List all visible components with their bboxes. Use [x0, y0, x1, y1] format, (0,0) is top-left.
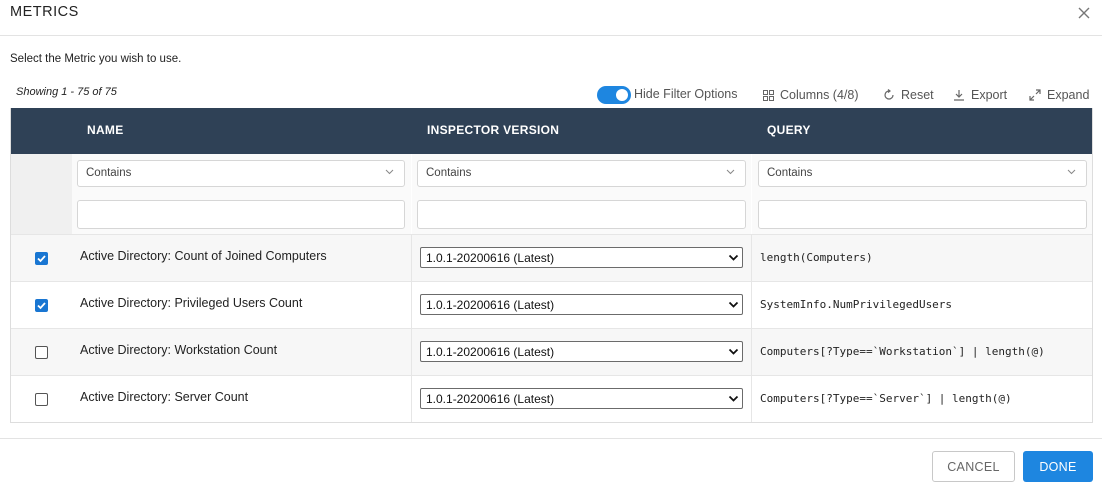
column-header-inspector-version[interactable]: INSPECTOR VERSION	[427, 123, 559, 137]
checkmark-icon	[37, 302, 46, 310]
filter-gutter	[11, 154, 72, 234]
checkmark-icon	[37, 255, 46, 263]
query-filter-mode[interactable]: Contains	[758, 160, 1087, 187]
version-filter-input[interactable]	[417, 200, 746, 229]
reset-label: Reset	[901, 88, 934, 102]
inspector-version-select[interactable]: 1.0.1-20200616 (Latest)	[420, 388, 743, 409]
columns-label: Columns (4/8)	[780, 88, 859, 102]
inspector-version-select[interactable]: 1.0.1-20200616 (Latest)	[420, 341, 743, 362]
metric-query: Computers[?Type==`Workstation`] | length…	[760, 345, 1045, 358]
inspector-version-value: 1.0.1-20200616 (Latest)	[426, 251, 555, 265]
hide-filter-toggle[interactable]	[597, 86, 631, 104]
grid-icon	[763, 89, 774, 101]
metric-name: Active Directory: Workstation Count	[80, 343, 278, 357]
cell-divider	[411, 329, 412, 376]
metric-query: length(Computers)	[760, 251, 873, 264]
chevron-down-icon	[728, 254, 739, 261]
showing-count: Showing 1 - 75 of 75	[16, 86, 117, 98]
metric-query: Computers[?Type==`Server`] | length(@)	[760, 392, 1012, 405]
column-header-name[interactable]: NAME	[87, 123, 124, 137]
metric-name: Active Directory: Server Count	[80, 390, 249, 404]
version-filter-mode[interactable]: Contains	[417, 160, 746, 187]
name-filter-input[interactable]	[77, 200, 405, 229]
cancel-button[interactable]: CANCEL	[932, 451, 1015, 482]
done-button[interactable]: DONE	[1023, 451, 1093, 482]
metric-name: Active Directory: Count of Joined Comput…	[80, 249, 327, 263]
expand-label: Expand	[1047, 88, 1090, 102]
name-filter-mode[interactable]: Contains	[77, 160, 405, 187]
row-checkbox[interactable]	[35, 346, 48, 359]
table-row[interactable]: Active Directory: Privileged Users Count…	[11, 281, 1092, 329]
metrics-table: NAME INSPECTOR VERSION QUERY Contains Co…	[10, 108, 1093, 423]
cell-divider	[751, 329, 752, 376]
cell-divider	[411, 235, 412, 282]
cell-divider	[751, 282, 752, 329]
download-icon	[954, 90, 964, 101]
inspector-version-value: 1.0.1-20200616 (Latest)	[426, 298, 555, 312]
cell-divider	[411, 376, 412, 422]
hide-filter-label[interactable]: Hide Filter Options	[634, 85, 738, 103]
chevron-down-icon	[385, 169, 394, 175]
version-filter-mode-label: Contains	[426, 167, 472, 179]
inspector-version-select[interactable]: 1.0.1-20200616 (Latest)	[420, 294, 743, 315]
row-checkbox[interactable]	[35, 393, 48, 406]
chevron-down-icon	[728, 395, 739, 402]
chevron-down-icon	[728, 348, 739, 355]
metric-name: Active Directory: Privileged Users Count	[80, 296, 303, 310]
query-filter-input[interactable]	[758, 200, 1087, 229]
inspector-version-value: 1.0.1-20200616 (Latest)	[426, 392, 555, 406]
table-row[interactable]: Active Directory: Workstation Count 1.0.…	[11, 328, 1092, 376]
chevron-down-icon	[1067, 169, 1076, 175]
column-header-query[interactable]: QUERY	[767, 123, 811, 137]
table-row[interactable]: Active Directory: Server Count 1.0.1-202…	[11, 375, 1092, 422]
hide-filter-text: Hide Filter Options	[634, 87, 738, 101]
expand-icon	[1029, 89, 1041, 101]
row-checkbox[interactable]	[35, 252, 48, 265]
columns-button[interactable]: Columns (4/8)	[763, 86, 859, 104]
cell-divider	[751, 376, 752, 422]
expand-button[interactable]: Expand	[1029, 86, 1089, 104]
cell-divider	[751, 235, 752, 282]
instructions-text: Select the Metric you wish to use.	[10, 53, 182, 65]
export-button[interactable]: Export	[953, 86, 1007, 104]
row-checkbox[interactable]	[35, 299, 48, 312]
export-label: Export	[971, 88, 1008, 102]
dialog-title: METRICS	[10, 4, 79, 20]
close-icon[interactable]	[1076, 5, 1092, 21]
inspector-version-select[interactable]: 1.0.1-20200616 (Latest)	[420, 247, 743, 268]
metric-query: SystemInfo.NumPrivilegedUsers	[760, 298, 953, 311]
dialog-header: METRICS	[0, 0, 1102, 36]
name-filter-mode-label: Contains	[86, 167, 132, 179]
cell-divider	[411, 282, 412, 329]
query-filter-mode-label: Contains	[767, 167, 813, 179]
chevron-down-icon	[726, 169, 735, 175]
inspector-version-value: 1.0.1-20200616 (Latest)	[426, 345, 555, 359]
reset-button[interactable]: Reset	[883, 86, 934, 104]
refresh-icon	[884, 89, 894, 100]
table-row[interactable]: Active Directory: Count of Joined Comput…	[11, 234, 1092, 282]
table-header: NAME INSPECTOR VERSION QUERY	[11, 108, 1092, 154]
filter-row: Contains Contains Contains	[11, 154, 1092, 234]
chevron-down-icon	[728, 301, 739, 308]
